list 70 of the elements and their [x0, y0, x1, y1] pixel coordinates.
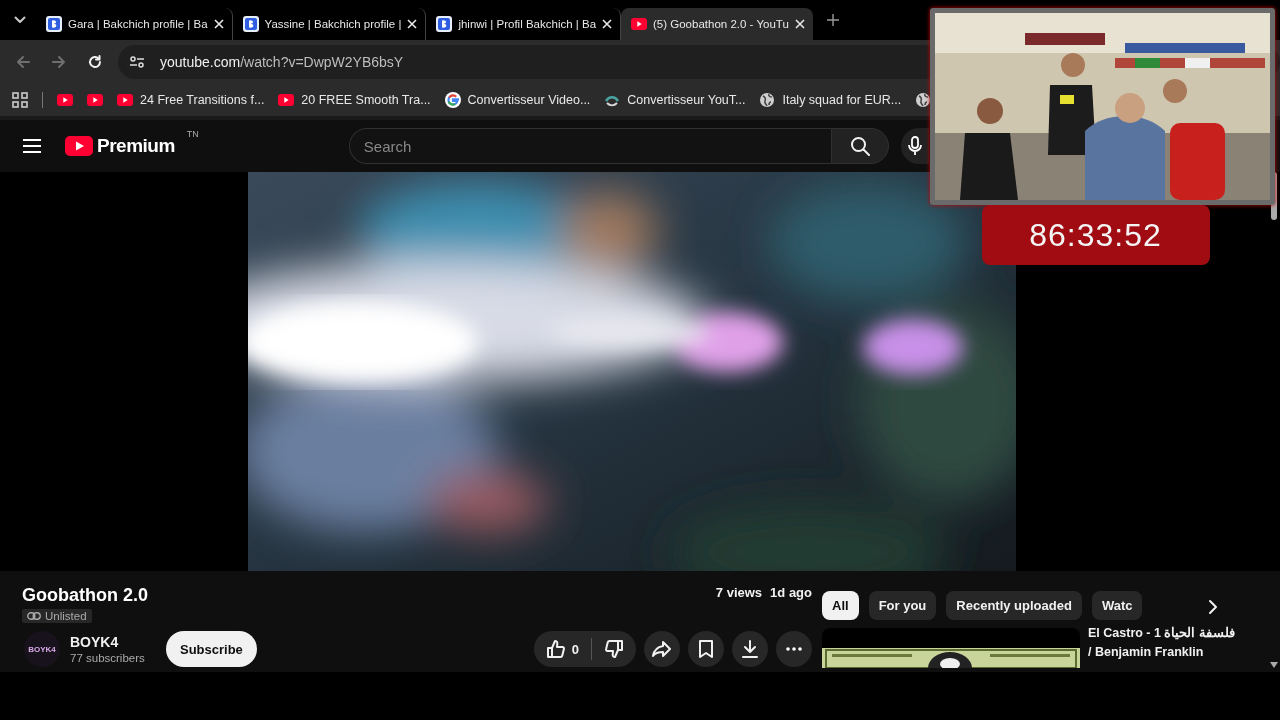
recommended-video-title[interactable]: El Castro - 1 فلسفة الحياة / Benjamin Franklin: [1088, 624, 1238, 668]
link-icon: [27, 612, 41, 620]
menu-icon[interactable]: [23, 139, 41, 153]
countdown-timer: 86:33:52: [981, 205, 1210, 265]
filter-chip[interactable]: Watc: [1091, 591, 1143, 620]
youtube-logo-icon: [278, 94, 295, 106]
like-count: 0: [571, 641, 579, 657]
reload-icon[interactable]: [88, 55, 102, 69]
bookmark[interactable]: Convertisseur Video...: [444, 92, 591, 108]
youtube-logo-icon: [631, 18, 648, 30]
back-arrow-icon[interactable]: [16, 55, 30, 69]
youtube-logo-icon[interactable]: [87, 94, 103, 106]
upload-date: 1d ago: [770, 585, 812, 600]
tab-title[interactable]: (5) Goobathon 2.0 - YouTu: [653, 18, 789, 30]
url-text[interactable]: youtube.com/watch?v=DwpW2YB6bsY: [160, 54, 404, 70]
channel-avatar[interactable]: BOYK4: [24, 631, 60, 667]
subscriber-count: 77 subscribers: [70, 652, 146, 664]
filter-chip[interactable]: For you: [868, 591, 937, 620]
like-dislike-control[interactable]: 0: [533, 631, 636, 667]
filter-chip[interactable]: Recently uploaded: [946, 591, 1082, 620]
close-icon[interactable]: [407, 19, 418, 29]
bakchich-logo-icon: [242, 16, 259, 32]
more-button[interactable]: [776, 631, 812, 667]
youtube-logo-icon[interactable]: [65, 136, 93, 156]
globe-icon: [759, 92, 776, 108]
download-icon: [740, 639, 760, 659]
share-button[interactable]: [644, 631, 680, 667]
save-button[interactable]: [688, 631, 724, 667]
globe-icon[interactable]: [915, 92, 932, 108]
close-icon[interactable]: [602, 19, 613, 29]
view-count: 7 views: [715, 585, 763, 600]
download-button[interactable]: [732, 631, 768, 667]
scroll-down-arrow-icon[interactable]: [1270, 662, 1278, 668]
forward-arrow-icon[interactable]: [52, 55, 66, 69]
tab-title[interactable]: Gara | Bakchich profile | Ba: [68, 18, 208, 30]
premium-wordmark[interactable]: Premium: [97, 135, 175, 157]
bakchich-logo-icon: [436, 16, 453, 32]
tab-title[interactable]: jhinwi | Profil Bakchich | Ba: [458, 18, 597, 30]
bakchich-logo-icon: [46, 16, 62, 32]
share-arrow-icon: [652, 639, 672, 659]
search-field[interactable]: Search: [348, 128, 831, 164]
bookmark[interactable]: 24 Free Transitions f...: [117, 93, 265, 107]
bookmark[interactable]: 20 FREE Smooth Tra...: [278, 93, 431, 107]
google-logo-icon: [444, 92, 461, 108]
bookmark[interactable]: Convertisseur YouT...: [604, 92, 746, 108]
search-button[interactable]: [830, 128, 889, 164]
close-icon[interactable]: [213, 19, 224, 29]
close-icon[interactable]: [794, 19, 805, 29]
voice-search-button[interactable]: [900, 128, 929, 164]
apps-grid-icon[interactable]: [12, 92, 28, 108]
subscribe-button[interactable]: Subscribe: [166, 631, 257, 667]
country-code: TN: [186, 129, 199, 139]
chevron-right-icon[interactable]: [1208, 599, 1218, 615]
unlisted-badge: Unlisted: [22, 609, 92, 623]
search-icon: [849, 136, 870, 156]
browser-tab[interactable]: (5) Goobathon 2.0 - YouTu: [621, 8, 813, 40]
more-icon: [786, 647, 802, 651]
bookmark-icon: [696, 639, 716, 659]
thumbs-up-icon[interactable]: [545, 639, 566, 659]
video-title: Goobathon 2.0: [22, 585, 148, 606]
youtube-logo-icon[interactable]: [57, 94, 73, 106]
tab-title[interactable]: Yassine | Bakchich profile |: [264, 18, 402, 30]
thumbs-down-icon[interactable]: [604, 639, 624, 659]
channel-name[interactable]: BOYK4: [70, 634, 166, 650]
new-tab-plus-icon[interactable]: [826, 14, 839, 26]
tab-search-caret-icon[interactable]: [14, 16, 26, 24]
bookmark[interactable]: Italy squad for EUR...: [759, 92, 902, 108]
youtube-logo-icon: [117, 94, 133, 106]
filter-chip[interactable]: All: [822, 591, 859, 620]
microphone-icon: [907, 136, 922, 156]
